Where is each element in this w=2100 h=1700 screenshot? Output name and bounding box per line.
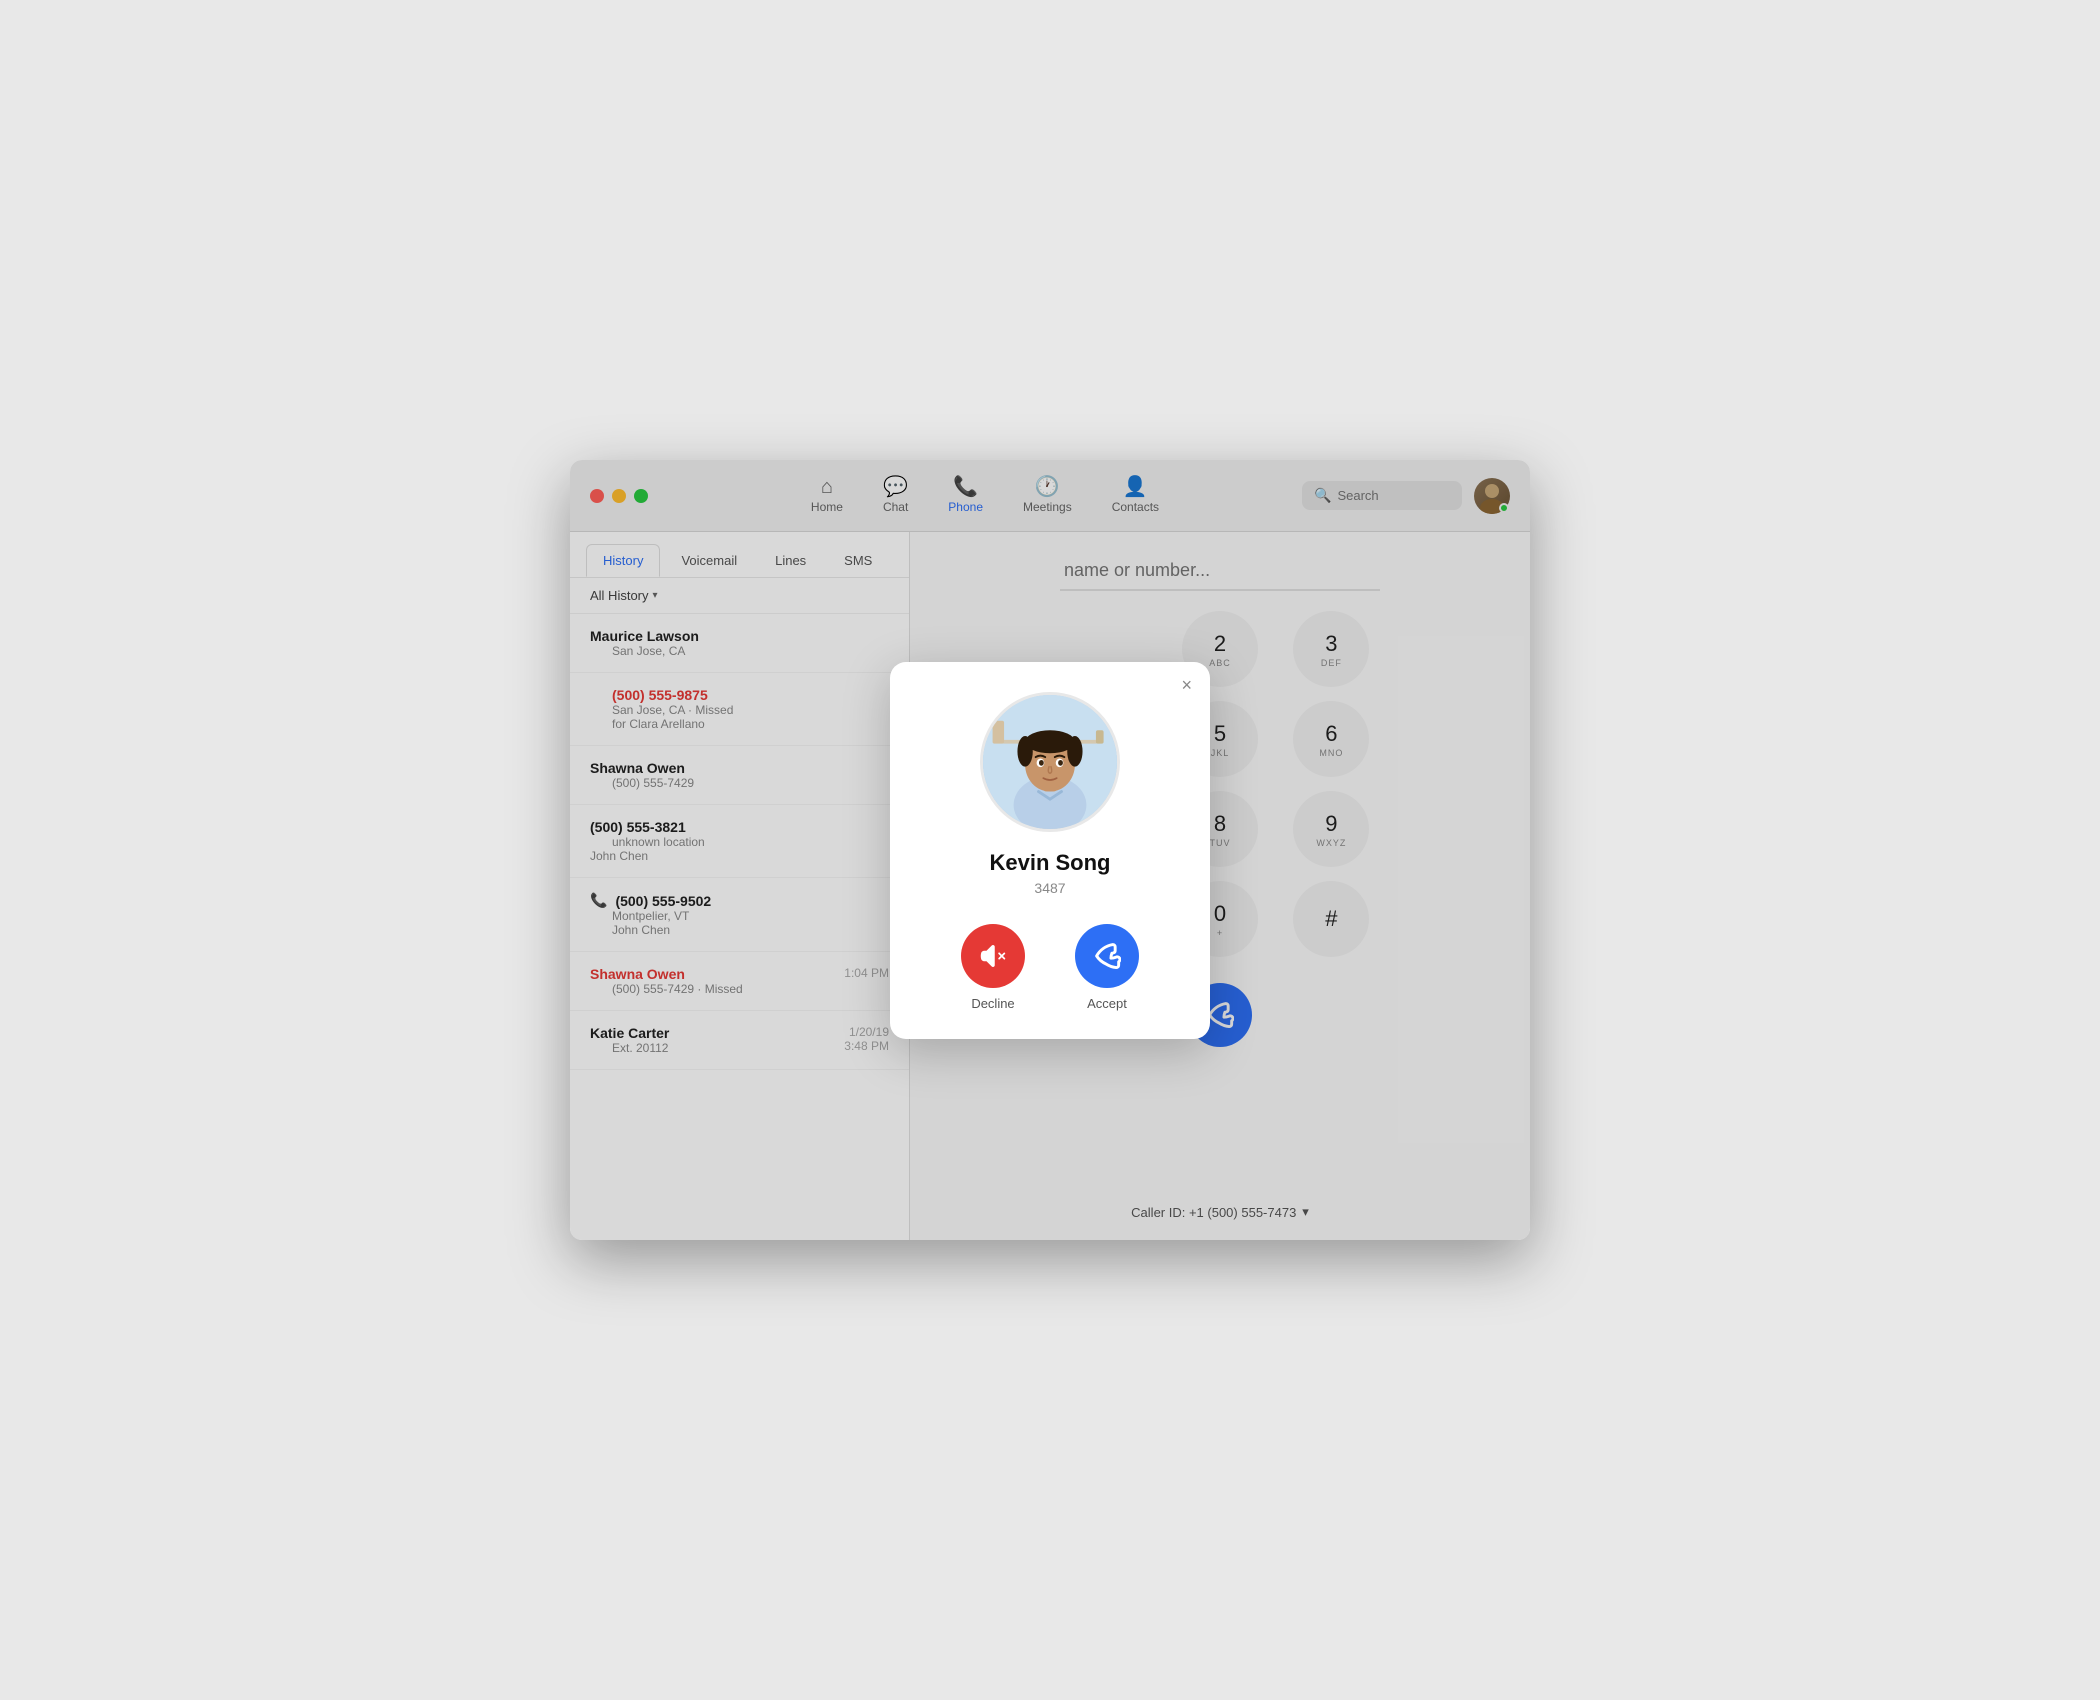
app-window: ⌂ Home 💬 Chat 📞 Phone 🕐 Meetings 👤 Conta… [570,460,1530,1240]
accept-button[interactable] [1075,924,1139,988]
close-button[interactable]: × [1181,676,1192,694]
accept-label: Accept [1087,996,1127,1011]
decline-group: Decline [961,924,1025,1011]
incoming-call-modal: × [890,662,1210,1039]
caller-modal-name: Kevin Song [989,850,1110,876]
accept-group: Accept [1075,924,1139,1011]
modal-overlay: × [570,460,1530,1240]
decline-label: Decline [971,996,1014,1011]
modal-actions: Decline Accept [961,924,1139,1011]
caller-avatar [980,692,1120,832]
decline-button[interactable] [961,924,1025,988]
caller-modal-ext: 3487 [1034,880,1065,896]
